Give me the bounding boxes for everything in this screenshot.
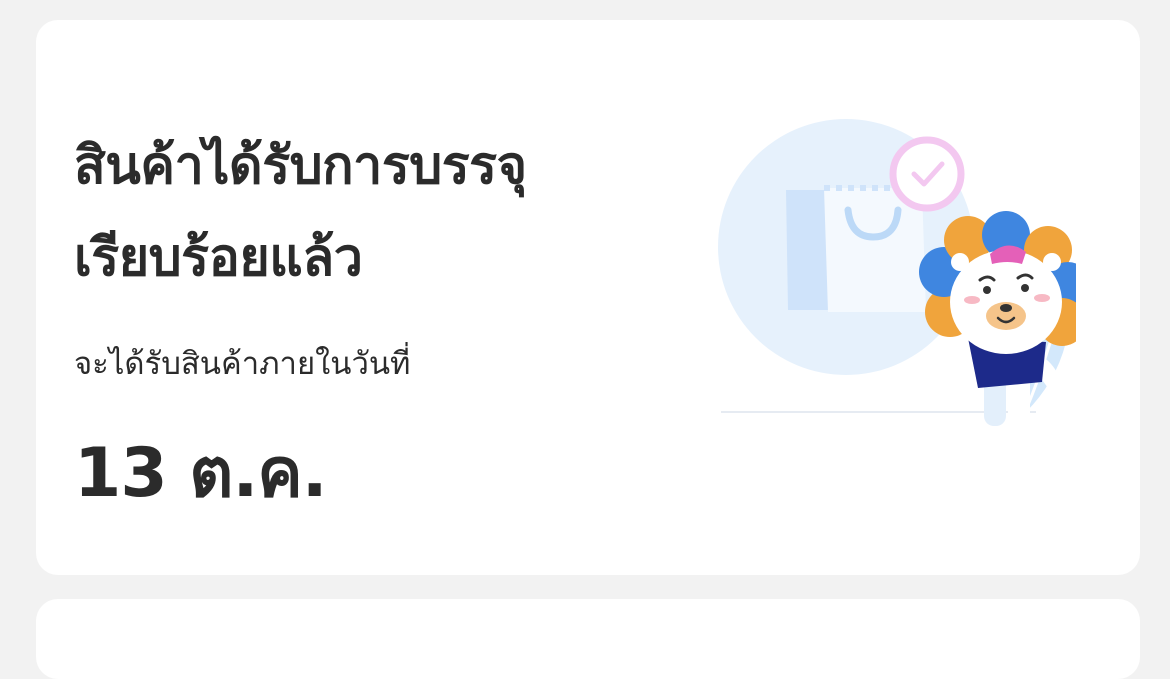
mascot-arm-left — [940, 345, 974, 366]
order-status-card: สินค้าได้รับการบรรจุ เรียบร้อยแล้ว จะได้… — [36, 20, 1140, 575]
order-status-title: สินค้าได้รับการบรรจุ เรียบร้อยแล้ว — [74, 120, 634, 304]
delivery-date: 13 ต.ค. — [74, 434, 328, 513]
delivery-label: จะได้รับสินค้าภายในวันที่ — [74, 346, 411, 382]
mascot-packed-bag-illustration — [718, 119, 1076, 426]
next-section-card — [36, 599, 1140, 679]
check-circle-icon — [889, 136, 965, 212]
title-line-1: สินค้าได้รับการบรรจุ — [74, 136, 527, 196]
title-line-2: เรียบร้อยแล้ว — [74, 228, 363, 288]
